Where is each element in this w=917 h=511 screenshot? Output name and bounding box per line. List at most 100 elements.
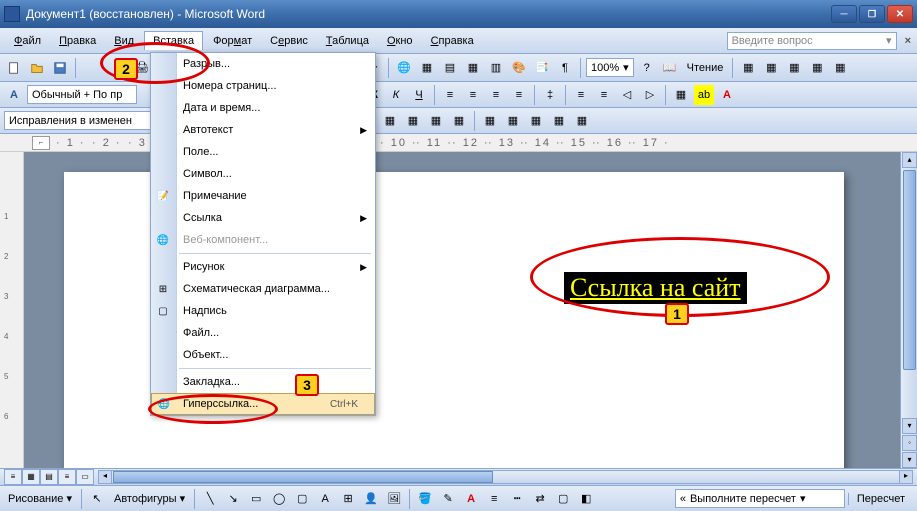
tables-borders-button[interactable]: ▦	[417, 58, 437, 78]
insert-table-button[interactable]: ▤	[440, 58, 460, 78]
hscroll-thumb[interactable]	[113, 471, 493, 483]
misc-button-5[interactable]: ▦	[830, 58, 850, 78]
prev-page-icon[interactable]: ◦	[902, 435, 917, 451]
select-objects-button[interactable]: ↖	[87, 489, 107, 509]
decrease-indent-button[interactable]: ◁	[617, 85, 637, 105]
arrow-style-button[interactable]: ⇄	[530, 489, 550, 509]
rev-btn-6[interactable]: ▦	[503, 111, 523, 131]
menu-item-reference[interactable]: Ссылка▶	[151, 207, 375, 229]
vertical-scrollbar[interactable]: ▴ ▾ ◦ ▾	[900, 152, 917, 468]
menu-item-object[interactable]: Объект...	[151, 344, 375, 366]
menu-format[interactable]: Формат	[205, 32, 260, 50]
rectangle-tool-button[interactable]: ▭	[246, 489, 266, 509]
arrow-tool-button[interactable]: ↘	[223, 489, 243, 509]
selected-text-highlight[interactable]: Ссылка на сайт	[564, 272, 747, 304]
horizontal-scrollbar[interactable]: ◂ ▸	[98, 470, 913, 484]
scroll-right-arrow-icon[interactable]: ▸	[899, 471, 912, 483]
menu-item-textbox[interactable]: ▢Надпись	[151, 300, 375, 322]
drawing-button[interactable]: 🎨	[509, 58, 529, 78]
display-review-dropdown[interactable]: Исправления в изменен	[4, 111, 154, 130]
menu-item-date-time[interactable]: Дата и время...	[151, 97, 375, 119]
line-style-button[interactable]: ≡	[484, 489, 504, 509]
menu-item-picture[interactable]: Рисунок▶	[151, 256, 375, 278]
menu-item-break[interactable]: Разрыв...	[151, 53, 375, 75]
columns-button[interactable]: ▥	[486, 58, 506, 78]
numbering-button[interactable]: ≡	[571, 85, 591, 105]
read-mode-label[interactable]: Чтение	[683, 62, 728, 74]
help-button[interactable]: ?	[637, 58, 657, 78]
menu-help[interactable]: Справка	[423, 32, 482, 50]
tab-selector[interactable]: ⌐	[32, 136, 50, 150]
ask-question-box[interactable]: Введите вопрос ▾	[727, 32, 897, 50]
wordart-button[interactable]: A	[315, 489, 335, 509]
rev-btn-7[interactable]: ▦	[526, 111, 546, 131]
minimize-button[interactable]: ─	[831, 5, 857, 23]
new-doc-button[interactable]	[4, 58, 24, 78]
styles-pane-button[interactable]: A	[4, 85, 24, 105]
menu-file[interactable]: Файл	[6, 32, 49, 50]
rev-btn-8[interactable]: ▦	[549, 111, 569, 131]
3d-button[interactable]: ◧	[576, 489, 596, 509]
excel-button[interactable]: ▦	[463, 58, 483, 78]
bullets-button[interactable]: ≡	[594, 85, 614, 105]
align-left-button[interactable]: ≡	[440, 85, 460, 105]
horizontal-ruler[interactable]: ⌐ · 1 · · 2 · · 3 · · 4 · · 5 · · 6 · · …	[0, 134, 917, 152]
next-page-icon[interactable]: ▾	[902, 452, 917, 468]
menu-item-symbol[interactable]: Символ...	[151, 163, 375, 185]
doc-map-button[interactable]: 📑	[532, 58, 552, 78]
menu-edit[interactable]: Правка	[51, 32, 104, 50]
scroll-down-arrow-icon[interactable]: ▾	[902, 418, 917, 434]
justify-button[interactable]: ≡	[509, 85, 529, 105]
misc-button-4[interactable]: ▦	[807, 58, 827, 78]
rev-btn-2[interactable]: ▦	[403, 111, 423, 131]
outline-view-button[interactable]: ≡	[58, 469, 76, 485]
line-color-button[interactable]: ✎	[438, 489, 458, 509]
font-color-draw-button[interactable]: A	[461, 489, 481, 509]
style-dropdown[interactable]: Обычный + По пр	[27, 85, 137, 104]
italic-button[interactable]: К	[386, 85, 406, 105]
menu-item-hyperlink[interactable]: 🌐Гиперссылка...Ctrl+K	[151, 393, 375, 415]
scroll-left-arrow-icon[interactable]: ◂	[99, 471, 112, 483]
menu-item-page-numbers[interactable]: Номера страниц...	[151, 75, 375, 97]
insert-hyperlink-button[interactable]: 🌐	[394, 58, 414, 78]
menu-tools[interactable]: Сервис	[262, 32, 316, 50]
recalc-dropdown[interactable]: « Выполните пересчет ▾	[675, 489, 845, 508]
menu-insert[interactable]: Вставка	[144, 31, 203, 50]
increase-indent-button[interactable]: ▷	[640, 85, 660, 105]
rev-btn-3[interactable]: ▦	[426, 111, 446, 131]
close-button[interactable]: ✕	[887, 5, 913, 23]
misc-button-2[interactable]: ▦	[761, 58, 781, 78]
menu-item-diagram[interactable]: ⊞Схематическая диаграмма...	[151, 278, 375, 300]
rev-btn-4[interactable]: ▦	[449, 111, 469, 131]
highlight-button[interactable]: ab	[694, 85, 714, 105]
shadow-button[interactable]: ▢	[553, 489, 573, 509]
rev-btn-5[interactable]: ▦	[480, 111, 500, 131]
misc-button-1[interactable]: ▦	[738, 58, 758, 78]
menu-item-autotext[interactable]: Автотекст▶	[151, 119, 375, 141]
menu-item-bookmark[interactable]: Закладка...	[151, 371, 375, 393]
autoshapes-menu[interactable]: Автофигуры ▾	[110, 492, 189, 505]
dash-style-button[interactable]: ┅	[507, 489, 527, 509]
align-right-button[interactable]: ≡	[486, 85, 506, 105]
scroll-thumb[interactable]	[903, 170, 916, 370]
menu-item-file[interactable]: Файл...	[151, 322, 375, 344]
open-button[interactable]	[27, 58, 47, 78]
save-button[interactable]	[50, 58, 70, 78]
normal-view-button[interactable]: ≡	[4, 469, 22, 485]
insert-picture-button[interactable]: 🖼	[384, 489, 404, 509]
misc-button-3[interactable]: ▦	[784, 58, 804, 78]
show-hide-button[interactable]: ¶	[555, 58, 575, 78]
align-center-button[interactable]: ≡	[463, 85, 483, 105]
recalc-button[interactable]: Пересчет	[848, 493, 913, 505]
menu-item-field[interactable]: Поле...	[151, 141, 375, 163]
textbox-tool-button[interactable]: ▢	[292, 489, 312, 509]
menu-table[interactable]: Таблица	[318, 32, 377, 50]
borders-button[interactable]: ▦	[671, 85, 691, 105]
diagram-button[interactable]: ⊞	[338, 489, 358, 509]
menu-view[interactable]: Вид	[106, 32, 142, 50]
menu-item-comment[interactable]: 📝Примечание	[151, 185, 375, 207]
print-view-button[interactable]: ▤	[40, 469, 58, 485]
line-spacing-button[interactable]: ‡	[540, 85, 560, 105]
zoom-dropdown[interactable]: 100%▾	[586, 58, 634, 77]
menu-window[interactable]: Окно	[379, 32, 421, 50]
